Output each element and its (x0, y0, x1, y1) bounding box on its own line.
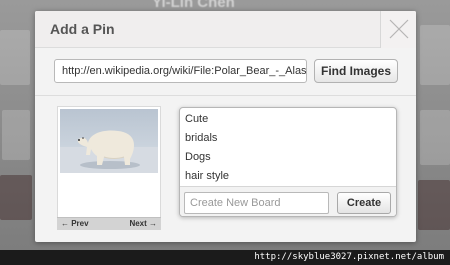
create-board-row: Create New Board Create (180, 186, 396, 216)
section-divider (35, 95, 416, 96)
background-tile (420, 25, 450, 85)
board-item[interactable]: bridals (180, 129, 396, 148)
create-board-button[interactable]: Create (337, 192, 391, 214)
dialog-header: Add a Pin (35, 11, 416, 48)
new-board-input[interactable]: Create New Board (184, 192, 329, 214)
board-list: Cute bridals Dogs hair style (180, 110, 396, 186)
background-tile (0, 30, 30, 85)
board-item[interactable]: hair style (180, 167, 396, 186)
background-tile (2, 110, 30, 160)
image-preview (57, 106, 161, 229)
watermark-url: http://skyblue3027.pixnet.net/album (0, 250, 450, 265)
close-x-icon (389, 19, 409, 39)
dialog-title: Add a Pin (50, 21, 115, 37)
board-item[interactable]: Cute (180, 110, 396, 129)
background-tile (420, 110, 450, 165)
background-profile-name: Yi-Lin Chen (152, 0, 235, 11)
prev-image-button[interactable]: ← Prev (61, 219, 89, 228)
polar-bear-image (60, 109, 158, 173)
board-item[interactable]: Dogs (180, 148, 396, 167)
url-input[interactable]: http://en.wikipedia.org/wiki/File:Polar_… (54, 59, 307, 83)
add-pin-dialog: Add a Pin http://en.wikipedia.org/wiki/F… (35, 11, 416, 242)
preview-nav-bar: ← Prev Next → (57, 217, 161, 230)
board-dropdown: Cute bridals Dogs hair style Create New … (179, 107, 397, 217)
background-tile (0, 175, 32, 220)
close-button[interactable] (380, 11, 416, 48)
next-image-button[interactable]: Next → (129, 219, 157, 228)
background-tile (418, 180, 450, 230)
find-images-button[interactable]: Find Images (314, 59, 398, 83)
